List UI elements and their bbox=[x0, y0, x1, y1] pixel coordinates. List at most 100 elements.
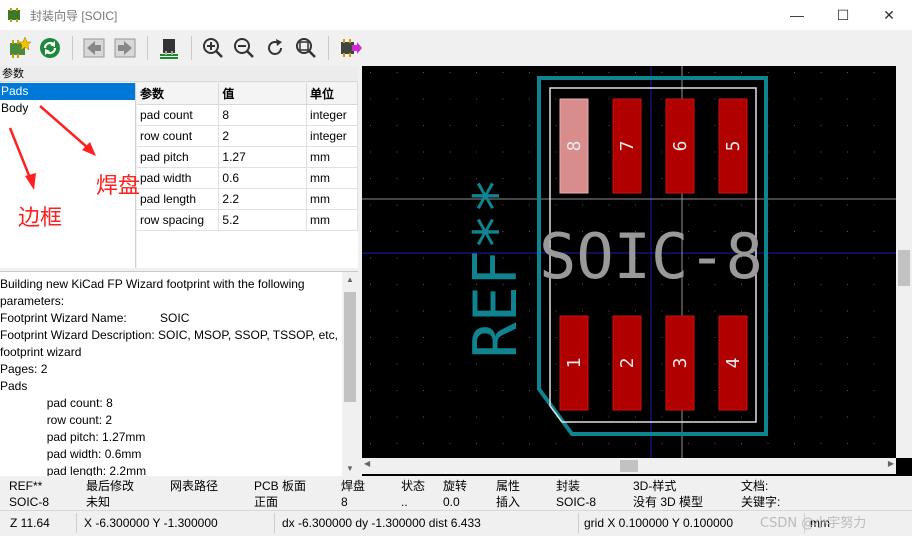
scroll-thumb[interactable] bbox=[620, 460, 638, 472]
grid-dot bbox=[847, 204, 848, 206]
grid-dot bbox=[661, 178, 663, 179]
grid-dot bbox=[449, 337, 451, 338]
footprint-preview[interactable]: 8 7 6 5 1 2 3 4 SOIC-8 REF** bbox=[362, 66, 896, 458]
zoom-out-icon bbox=[234, 38, 254, 58]
grid-dot bbox=[873, 416, 875, 418]
grid-dot bbox=[794, 443, 795, 444]
grid-dot bbox=[608, 125, 610, 126]
param-value[interactable]: 1.27 bbox=[218, 146, 308, 168]
scroll-thumb[interactable] bbox=[898, 250, 910, 286]
minimize-button[interactable]: — bbox=[774, 0, 820, 30]
grid-dot bbox=[873, 125, 875, 126]
grid-dot bbox=[370, 284, 371, 285]
grid-dot bbox=[423, 151, 424, 153]
grid-dot bbox=[502, 363, 504, 365]
grid-dot bbox=[396, 443, 398, 444]
footprint-canvas[interactable]: 8 7 6 5 1 2 3 4 SOIC-8 REF** bbox=[362, 66, 912, 476]
grid-dot bbox=[449, 72, 451, 73]
grid-dot bbox=[370, 151, 371, 153]
scroll-thumb[interactable] bbox=[344, 292, 356, 402]
scroll-right-icon[interactable]: ▶ bbox=[888, 459, 894, 468]
wizard-messages: Building new KiCad FP Wizard footprint w… bbox=[0, 277, 338, 476]
grid-dot bbox=[449, 178, 451, 179]
grid-dot bbox=[608, 98, 610, 100]
refresh-button[interactable] bbox=[35, 33, 65, 63]
zoom-fit-button[interactable] bbox=[291, 33, 321, 63]
grid-dot bbox=[688, 72, 689, 73]
grid-dot bbox=[794, 363, 795, 365]
grid-dot bbox=[396, 204, 398, 206]
grid-dot bbox=[873, 231, 875, 232]
table-row: row spacing 5.2 mm bbox=[137, 209, 358, 231]
maximize-button[interactable]: ☐ bbox=[820, 0, 866, 30]
grid-dot bbox=[820, 363, 822, 365]
status-separator bbox=[76, 513, 77, 533]
grid-dot bbox=[714, 390, 716, 391]
grid-dot bbox=[370, 443, 371, 444]
show-3d-button[interactable] bbox=[154, 33, 184, 63]
grid-dot bbox=[741, 416, 742, 418]
param-value[interactable]: 0.6 bbox=[218, 167, 308, 189]
grid-dot bbox=[688, 416, 689, 418]
redraw-button[interactable] bbox=[260, 33, 290, 63]
pad-number-label: 1 bbox=[564, 358, 585, 369]
grid-dot bbox=[820, 416, 822, 418]
previous-page-button[interactable] bbox=[79, 33, 109, 63]
pad-number-label: 4 bbox=[723, 358, 744, 369]
window-title: 封装向导 [SOIC] bbox=[30, 8, 118, 23]
grid-dot bbox=[794, 257, 795, 259]
grid-dot bbox=[794, 390, 795, 391]
zoom-in-button[interactable] bbox=[198, 33, 228, 63]
annotation-arrows bbox=[8, 105, 96, 190]
message-box[interactable]: Building new KiCad FP Wizard footprint w… bbox=[0, 271, 358, 476]
param-units: mm bbox=[306, 167, 358, 189]
next-page-button[interactable] bbox=[110, 33, 140, 63]
info-last-change: 最后修改 未知 bbox=[86, 479, 135, 509]
grid-dot bbox=[476, 72, 477, 73]
grid-dot bbox=[555, 151, 557, 153]
scroll-up-icon[interactable]: ▲ bbox=[342, 272, 358, 288]
grid-dot bbox=[555, 178, 557, 179]
grid-dot bbox=[449, 257, 451, 259]
grid-dot bbox=[635, 310, 636, 312]
relative-position: dx -6.300000 dy -1.300000 dist 6.433 bbox=[282, 516, 481, 530]
grid-dot bbox=[661, 204, 663, 206]
redraw-icon bbox=[268, 39, 282, 55]
grid-dot bbox=[794, 231, 795, 232]
param-value[interactable]: 2 bbox=[218, 125, 308, 147]
select-footprint-button[interactable] bbox=[4, 33, 34, 63]
zoom-out-button[interactable] bbox=[229, 33, 259, 63]
grid-dot bbox=[396, 125, 398, 126]
grid-dot bbox=[714, 363, 716, 365]
grid-dot bbox=[820, 204, 822, 206]
canvas-vertical-scrollbar[interactable] bbox=[896, 66, 912, 458]
message-scrollbar[interactable]: ▲ ▼ bbox=[342, 272, 358, 476]
param-value[interactable]: 5.2 bbox=[218, 209, 308, 231]
pad-number-label: 3 bbox=[670, 358, 691, 369]
param-value[interactable]: 8 bbox=[218, 104, 308, 126]
toolbar-separator bbox=[328, 36, 329, 60]
grid-dot bbox=[476, 151, 477, 153]
column-header-value[interactable]: 值 bbox=[218, 83, 308, 105]
grid-dot bbox=[423, 204, 424, 206]
grid-dot bbox=[396, 416, 398, 418]
param-value[interactable]: 2.2 bbox=[218, 188, 308, 210]
grid-dot bbox=[608, 178, 610, 179]
scroll-down-icon[interactable]: ▼ bbox=[342, 461, 358, 476]
grid-dot bbox=[847, 363, 848, 365]
grid-dot bbox=[423, 178, 424, 179]
scroll-left-icon[interactable]: ◀ bbox=[364, 459, 370, 468]
grid-dot bbox=[820, 178, 822, 179]
grid-dot bbox=[873, 204, 875, 206]
column-header-units[interactable]: 单位 bbox=[306, 83, 358, 105]
grid-dot bbox=[794, 337, 795, 338]
canvas-horizontal-scrollbar[interactable]: ◀ ▶ bbox=[362, 458, 896, 474]
info-pads: 焊盘 8 bbox=[341, 479, 366, 509]
footprint-info-bar: REF** SOIC-8 最后修改 未知 网表路径 PCB 板面 正面 焊盘 8 状态.… bbox=[0, 476, 912, 510]
export-footprint-button[interactable] bbox=[335, 33, 365, 63]
close-button[interactable]: ✕ bbox=[866, 0, 912, 30]
grid-dot bbox=[370, 416, 371, 418]
grid-dot bbox=[423, 390, 424, 391]
grid-dot bbox=[608, 416, 610, 418]
grid-dot bbox=[820, 98, 822, 100]
